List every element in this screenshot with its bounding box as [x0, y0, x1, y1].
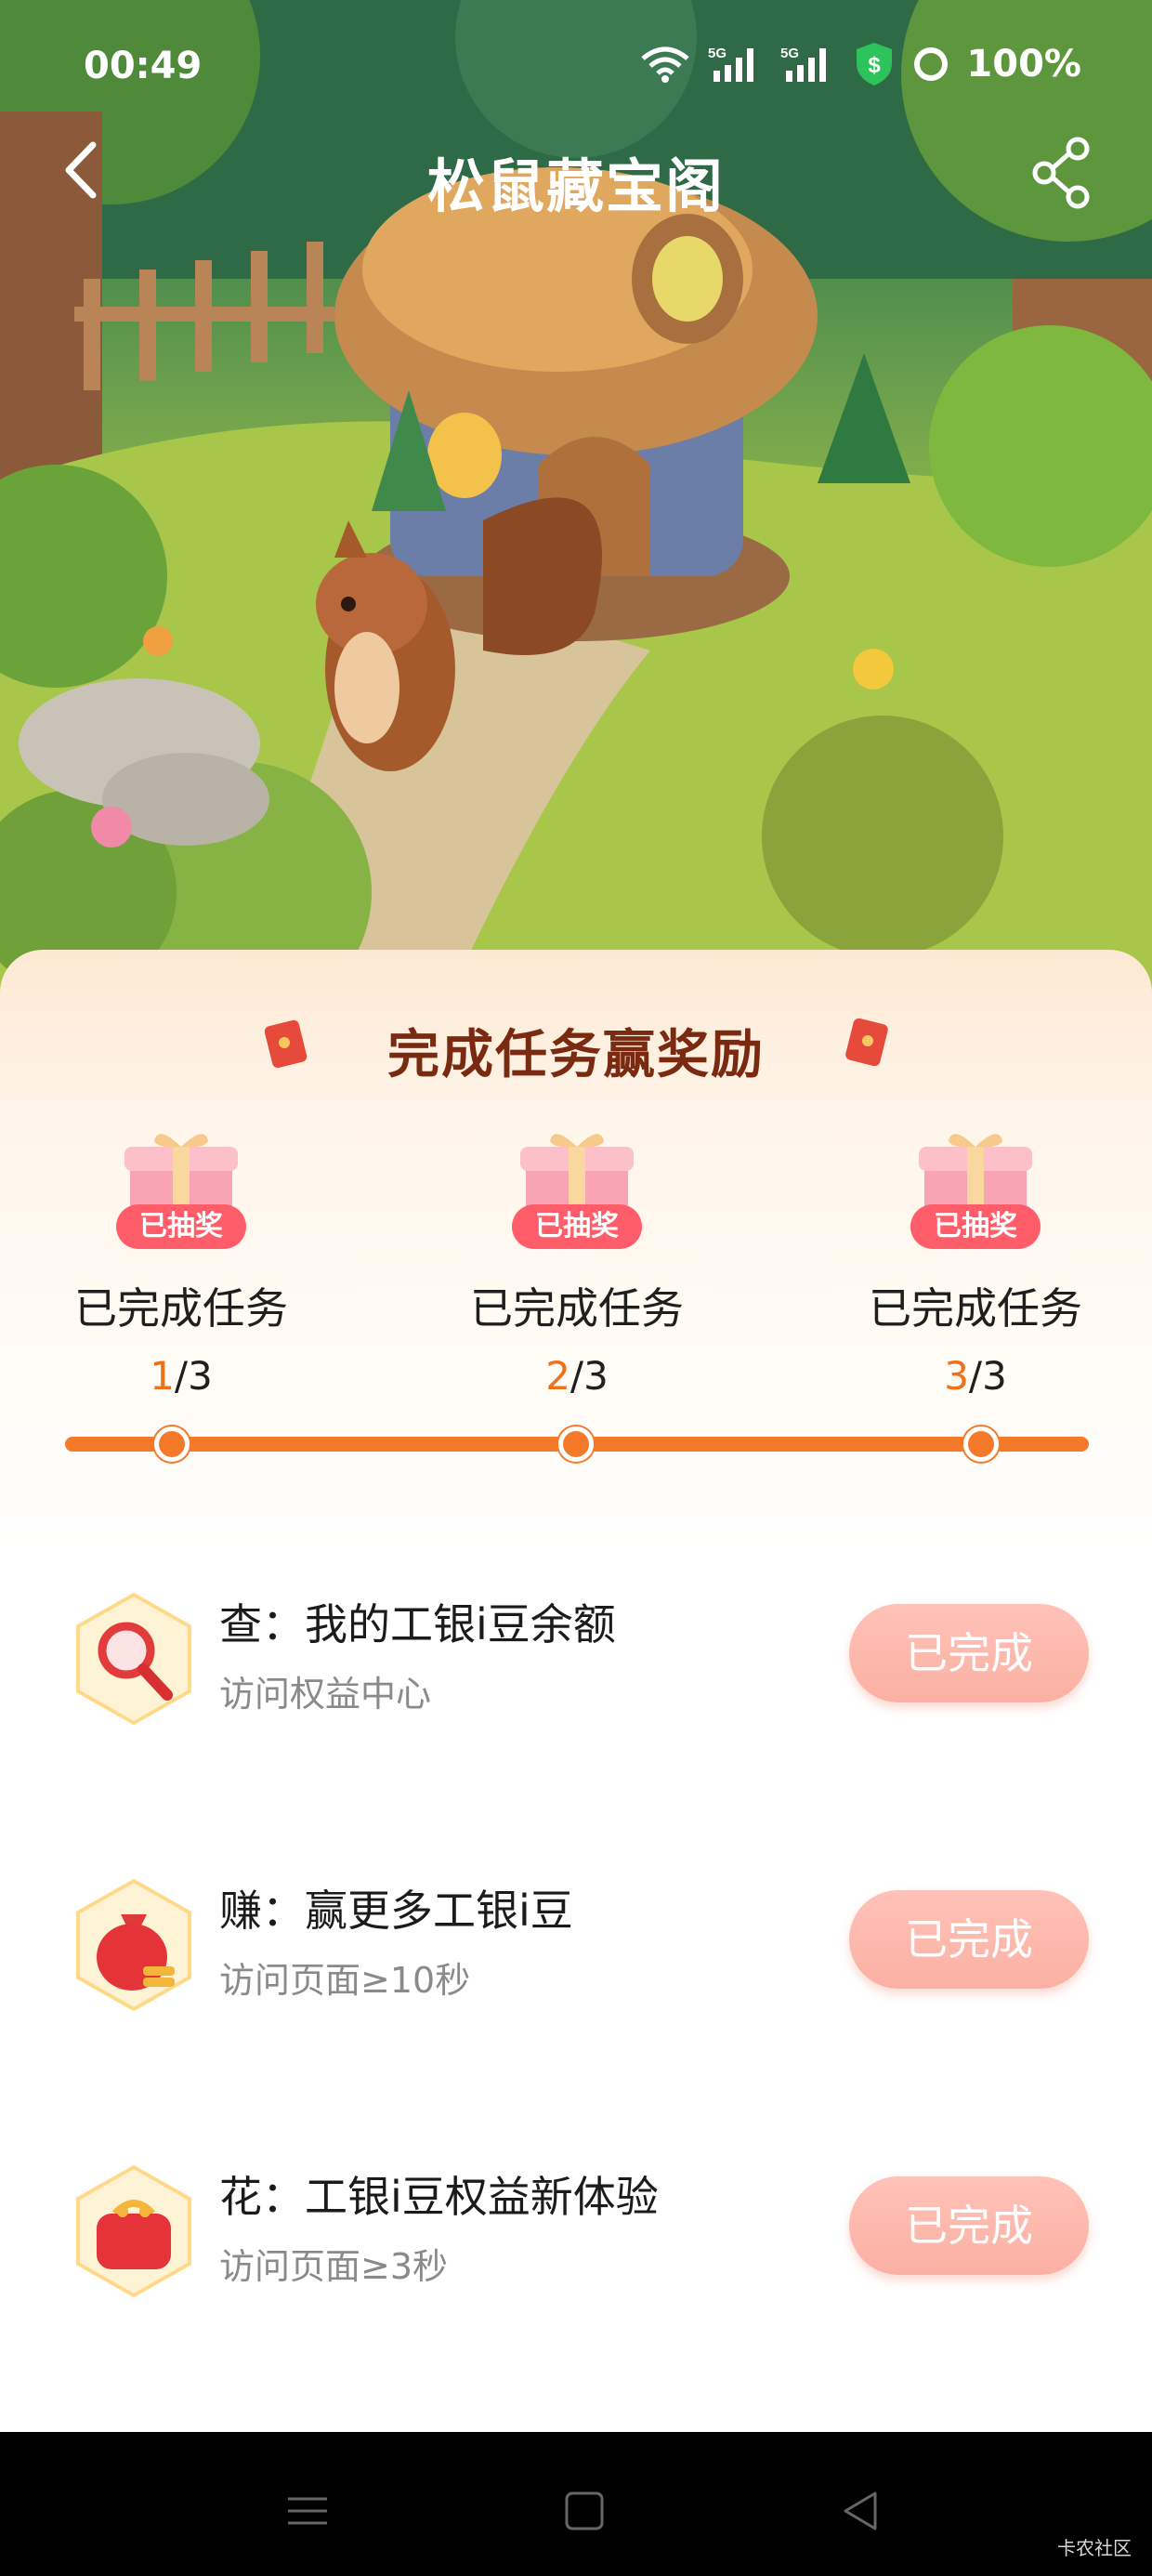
red-envelope-icon-right — [845, 1018, 888, 1067]
milestone-count: 3/3 — [845, 1353, 1106, 1399]
network-label-2: 5G — [780, 46, 799, 61]
status-icons: 5G 5G $ 100% — [639, 41, 1081, 87]
watermark: 卡农社区 — [1057, 2537, 1132, 2559]
svg-text:$: $ — [869, 53, 882, 78]
rewards-title: 完成任务赢奖励 — [387, 1025, 765, 1085]
share-button[interactable] — [1029, 136, 1094, 210]
system-navigation-bar — [0, 2432, 1152, 2576]
task-subtitle: 访问页面≥10秒 — [219, 1960, 471, 2001]
task-subtitle: 访问页面≥3秒 — [219, 2246, 449, 2287]
milestone-1: 已抽奖 已完成任务 1/3 — [51, 1124, 311, 1399]
milestone-current: 2 — [545, 1353, 570, 1399]
magnifier-icon — [76, 1592, 191, 1726]
menu-icon[interactable] — [284, 2488, 331, 2534]
task-title: 赚：赢更多工银i豆 — [219, 1886, 573, 1936]
task-title: 查：我的工银i豆余额 — [219, 1599, 616, 1649]
task-done-button[interactable]: 已完成 — [849, 2176, 1089, 2275]
milestone-current: 1 — [150, 1353, 175, 1399]
drawn-badge: 已抽奖 — [116, 1204, 246, 1249]
status-bar: 00:49 5G 5G $ 100% — [0, 0, 1152, 130]
drawn-badge: 已抽奖 — [512, 1204, 642, 1249]
milestone-label: 已完成任务 — [470, 1283, 684, 1334]
gift-box-icon[interactable]: 已抽奖 — [111, 1124, 251, 1255]
security-shield-icon: $ — [857, 43, 893, 85]
network-label-1: 5G — [708, 46, 727, 61]
gift-box-icon[interactable]: 已抽奖 — [507, 1124, 647, 1255]
gift-box-icon[interactable]: 已抽奖 — [906, 1124, 1045, 1255]
milestone-total: /3 — [569, 1353, 609, 1399]
progress-node-1 — [154, 1426, 190, 1462]
page-title: 松鼠藏宝阁 — [426, 152, 725, 220]
milestone-total: /3 — [968, 1353, 1007, 1399]
wifi-icon — [641, 46, 690, 83]
signal-5g-icon-2: 5G — [780, 46, 827, 82]
milestone-count: 1/3 — [51, 1353, 311, 1399]
status-time: 00:49 — [84, 45, 203, 87]
coin-purse-icon — [76, 2164, 191, 2298]
battery-ring-icon — [914, 47, 949, 81]
progress-node-2 — [558, 1426, 594, 1462]
task-done-button[interactable]: 已完成 — [849, 1604, 1089, 1702]
milestone-2: 已抽奖 已完成任务 2/3 — [447, 1124, 707, 1399]
money-bag-icon — [76, 1878, 191, 2012]
signal-5g-icon: 5G — [708, 46, 754, 82]
drawn-badge: 已抽奖 — [910, 1204, 1041, 1249]
battery-percent: 100% — [966, 43, 1081, 85]
milestone-current: 3 — [944, 1353, 969, 1399]
progress-node-3 — [963, 1426, 999, 1462]
task-row-2: 赚：赢更多工银i豆 访问页面≥10秒 已完成 — [0, 1877, 1152, 2063]
task-subtitle: 访问权益中心 — [219, 1674, 432, 1715]
home-icon[interactable] — [561, 2488, 608, 2534]
milestone-3: 已抽奖 已完成任务 3/3 — [845, 1124, 1106, 1399]
back-triangle-icon[interactable] — [838, 2488, 884, 2534]
milestone-count: 2/3 — [447, 1353, 707, 1399]
task-title: 花：工银i豆权益新体验 — [219, 2172, 659, 2222]
milestone-label: 已完成任务 — [869, 1283, 1082, 1334]
task-done-button[interactable]: 已完成 — [849, 1890, 1089, 1989]
milestone-total: /3 — [174, 1353, 213, 1399]
share-icon — [1032, 137, 1090, 209]
task-row-1: 查：我的工银i豆余额 访问权益中心 已完成 — [0, 1591, 1152, 1777]
milestone-label: 已完成任务 — [74, 1283, 288, 1334]
task-row-3: 花：工银i豆权益新体验 访问页面≥3秒 已完成 — [0, 2163, 1152, 2349]
